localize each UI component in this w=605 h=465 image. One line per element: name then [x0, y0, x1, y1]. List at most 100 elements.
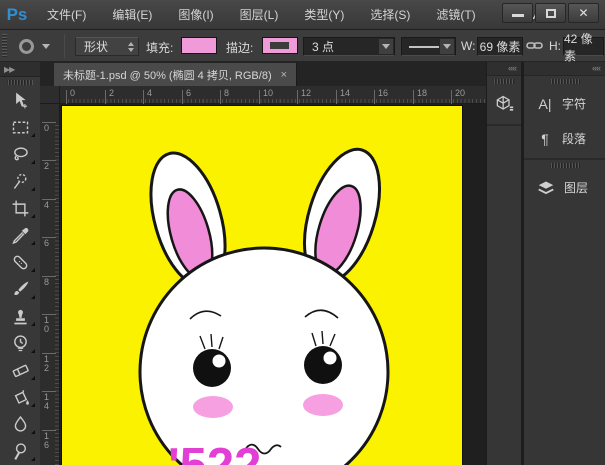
spot-healing-brush-tool[interactable]: [0, 249, 40, 276]
brush-tool[interactable]: [0, 276, 40, 303]
paint-bucket-tool[interactable]: [0, 384, 40, 411]
tool-options-bar: 形状 填充: 描边: 3 点 W: 69 像素 H:: [0, 30, 605, 62]
dodge-tool[interactable]: [0, 438, 40, 465]
paragraph-panel-button[interactable]: ¶ 段落: [524, 121, 605, 156]
rabbit-eye-highlight-left: [213, 355, 226, 368]
stroke-swatch-hole: [270, 42, 289, 49]
panel-gripper[interactable]: [493, 79, 515, 84]
dropdown-arrow-icon: [379, 39, 393, 54]
title-bar: Ps 文件(F) 编辑(E) 图像(I) 图层(L) 类型(Y) 选择(S) 滤…: [0, 0, 605, 30]
rabbit-blush-left: [193, 396, 233, 418]
blur-tool[interactable]: [0, 411, 40, 438]
ruler-tick-label: 4: [44, 201, 52, 210]
minimize-icon: [512, 14, 524, 17]
options-separator: [64, 34, 65, 58]
minimize-button[interactable]: [502, 3, 533, 23]
rectangular-marquee-tool[interactable]: [0, 114, 40, 141]
collapse-panel-icon[interactable]: ««: [487, 62, 521, 76]
shape-width-value: 69 像素: [480, 38, 521, 55]
layers-panel-button[interactable]: 图层: [524, 170, 605, 205]
ruler-tick-label: 14: [44, 393, 52, 411]
character-panel-button[interactable]: A| 字符: [524, 86, 605, 121]
stroke-style-select[interactable]: [401, 37, 456, 56]
canvas-text[interactable]: '522: [168, 439, 261, 465]
stroke-width-select[interactable]: 3 点: [303, 37, 395, 56]
paragraph-panel-label: 段落: [562, 130, 586, 147]
panel-gripper[interactable]: [550, 163, 580, 168]
tools-panel-expand-icon[interactable]: ▶▶: [0, 62, 40, 77]
rabbit-artwork: '522: [62, 106, 462, 465]
stroke-label: 描边:: [226, 39, 253, 56]
document-tab[interactable]: 未标题-1.psd @ 50% (椭圆 4 拷贝, RGB/8) ×: [54, 63, 297, 86]
menu-bar: 文件(F) 编辑(E) 图像(I) 图层(L) 类型(Y) 选择(S) 滤镜(T…: [34, 0, 555, 30]
crop-tool[interactable]: [0, 195, 40, 222]
ruler-tick-label: 8: [222, 88, 227, 98]
menu-layer[interactable]: 图层(L): [227, 0, 292, 30]
width-label: W:: [461, 39, 475, 53]
move-tool[interactable]: [0, 87, 40, 114]
icon-panel-column: ««: [487, 62, 521, 465]
canvas[interactable]: '522: [62, 106, 462, 465]
stroke-color-swatch[interactable]: [262, 37, 298, 54]
tab-close-icon[interactable]: ×: [281, 69, 287, 81]
ruler-tick-label: 10: [261, 88, 271, 98]
document-area: 未标题-1.psd @ 50% (椭圆 4 拷贝, RGB/8) × 0 2 4…: [40, 62, 486, 465]
menu-select[interactable]: 选择(S): [357, 0, 423, 30]
shape-width-field[interactable]: 69 像素: [477, 37, 523, 56]
tool-mode-select[interactable]: 形状: [75, 37, 139, 56]
panel-column: «« A| 字符 ¶ 段落 图层: [524, 62, 605, 465]
menu-file[interactable]: 文件(F): [34, 0, 99, 30]
ruler-corner: [40, 86, 60, 104]
panel-divider: [524, 158, 605, 160]
history-brush-tool[interactable]: [0, 330, 40, 357]
link-dimensions-icon[interactable]: [526, 39, 543, 52]
spinner-arrows-icon: [128, 42, 134, 52]
layers-panel-icon: [537, 180, 555, 196]
document-tab-bar: 未标题-1.psd @ 50% (椭圆 4 拷贝, RGB/8) ×: [40, 62, 486, 86]
shape-height-field[interactable]: 42 像素: [563, 37, 604, 56]
ruler-tick-label: 0: [44, 124, 52, 133]
clone-stamp-tool[interactable]: [0, 303, 40, 330]
dropdown-arrow-icon: [440, 39, 454, 54]
panel-gripper[interactable]: [550, 79, 580, 84]
maximize-button[interactable]: [535, 3, 566, 23]
horizontal-ruler[interactable]: 0 2 4 6 8 10 12 14 16 18 20: [60, 86, 486, 104]
menu-type[interactable]: 类型(Y): [291, 0, 357, 30]
fill-label: 填充:: [146, 39, 173, 56]
stroke-width-value: 3 点: [312, 38, 334, 55]
document-tab-title: 未标题-1.psd @ 50% (椭圆 4 拷贝, RGB/8): [63, 67, 272, 83]
menu-edit[interactable]: 编辑(E): [99, 0, 165, 30]
tool-preset-picker[interactable]: [14, 36, 58, 56]
eyedropper-tool[interactable]: [0, 222, 40, 249]
layers-panel-label: 图层: [564, 179, 588, 196]
3d-panel-button[interactable]: [487, 86, 521, 126]
tools-panel-gripper[interactable]: [7, 80, 33, 85]
options-bar-gripper[interactable]: [2, 33, 7, 58]
menu-filter[interactable]: 滤镜(T): [423, 0, 488, 30]
tool-mode-value: 形状: [84, 38, 108, 55]
character-panel-label: 字符: [562, 95, 586, 112]
window-controls: ✕: [502, 3, 599, 23]
photoshop-logo: Ps: [0, 5, 34, 25]
ruler-tick-label: 2: [44, 162, 52, 171]
paragraph-panel-icon: ¶: [537, 131, 553, 147]
ruler-tick-label: 16: [376, 88, 386, 98]
collapse-panel-icon[interactable]: ««: [524, 62, 605, 76]
ruler-tick-label: 10: [44, 316, 52, 334]
ruler-tick-label: 12: [44, 355, 52, 373]
vertical-ruler[interactable]: 0 2 4 6 8 10 12 14 16: [40, 104, 60, 465]
shape-height-value: 42 像素: [564, 30, 603, 64]
eraser-tool[interactable]: [0, 357, 40, 384]
rabbit-eye-right: [304, 346, 342, 384]
quick-selection-tool[interactable]: [0, 168, 40, 195]
ruler-tick-label: 0: [68, 88, 73, 98]
fill-color-swatch[interactable]: [181, 37, 217, 54]
ruler-tick-label: 8: [44, 278, 52, 287]
ruler-tick-label: 6: [44, 239, 52, 248]
stroke-style-preview: [409, 46, 439, 48]
lasso-tool[interactable]: [0, 141, 40, 168]
close-button[interactable]: ✕: [568, 3, 599, 23]
ruler-tick-label: 20: [453, 88, 463, 98]
rabbit-head: [140, 248, 388, 465]
menu-image[interactable]: 图像(I): [165, 0, 226, 30]
